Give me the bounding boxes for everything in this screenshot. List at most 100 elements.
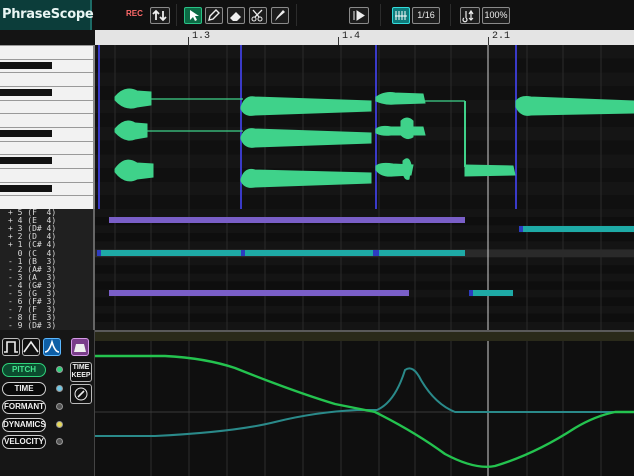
pitch-row bbox=[95, 58, 634, 73]
pitch-row bbox=[95, 195, 634, 209]
waveform-editor[interactable] bbox=[95, 45, 634, 209]
time-led bbox=[56, 385, 63, 392]
formant-button[interactable]: FORMANT bbox=[2, 400, 46, 414]
pitch-button[interactable]: PITCH bbox=[2, 363, 46, 377]
smooth-icon bbox=[74, 344, 86, 352]
pencil-tool-button[interactable] bbox=[205, 7, 223, 24]
toolbar: PhraseScope bbox=[0, 0, 634, 30]
divider bbox=[380, 4, 381, 26]
smooth-tool-button[interactable] bbox=[71, 338, 89, 356]
offset-row bbox=[95, 273, 634, 282]
offset-row bbox=[95, 257, 634, 266]
secondary-curve bbox=[95, 367, 634, 437]
offset-row bbox=[95, 305, 634, 314]
zoom-value-field[interactable]: 100% bbox=[482, 7, 510, 24]
pitch-row bbox=[95, 72, 634, 86]
triangle-shape-button[interactable] bbox=[22, 338, 40, 356]
updown-arrow-icon bbox=[152, 9, 167, 22]
waveform-note bbox=[464, 164, 516, 177]
waveform-note bbox=[375, 92, 426, 105]
note-zoom-icon bbox=[462, 9, 474, 23]
snap-value-field[interactable]: 1/16 bbox=[412, 7, 440, 24]
note-bar bbox=[519, 226, 523, 232]
dynamics-button[interactable]: DYNAMICS bbox=[2, 418, 46, 432]
curve-shape-button[interactable] bbox=[43, 338, 61, 356]
white-key-divider bbox=[0, 154, 93, 155]
scissors-tool-button[interactable] bbox=[249, 7, 267, 24]
white-key-divider bbox=[0, 100, 93, 101]
offset-row bbox=[95, 321, 634, 330]
offset-label: - 9 (D# 3) bbox=[8, 321, 57, 331]
app-logo: PhraseScope bbox=[0, 0, 94, 30]
divider bbox=[296, 4, 297, 26]
scissors-icon bbox=[251, 9, 263, 22]
time-button[interactable]: TIME bbox=[2, 382, 46, 396]
white-key-divider bbox=[0, 182, 93, 183]
timeline-ruler[interactable]: 1.3 1.4 2.1 bbox=[95, 30, 634, 46]
velocity-button[interactable]: VELOCITY bbox=[2, 435, 46, 449]
offset-row bbox=[95, 265, 634, 274]
waveform-note bbox=[114, 159, 154, 182]
note-bar bbox=[241, 250, 245, 256]
eraser-icon bbox=[230, 12, 241, 21]
pitch-row bbox=[95, 154, 634, 168]
updown-arrow-button[interactable] bbox=[150, 7, 170, 24]
offset-row bbox=[95, 209, 634, 218]
pointer-icon bbox=[190, 10, 199, 21]
grid-snap-button[interactable] bbox=[392, 7, 410, 24]
brush-tool-button[interactable] bbox=[271, 7, 289, 24]
offset-row bbox=[95, 313, 634, 322]
black-key[interactable] bbox=[0, 130, 52, 137]
triangle-wave-icon bbox=[23, 340, 39, 353]
grid-icon bbox=[395, 11, 407, 20]
zoom-button[interactable] bbox=[460, 7, 480, 24]
piano-keyboard[interactable] bbox=[0, 45, 95, 209]
black-key[interactable] bbox=[0, 89, 52, 96]
note-bar bbox=[109, 217, 465, 223]
white-key-divider bbox=[0, 45, 93, 46]
ruler-marker: 1.4 bbox=[342, 31, 361, 42]
pen-link-button[interactable] bbox=[70, 384, 92, 404]
pointer-tool-button[interactable] bbox=[184, 7, 202, 24]
square-wave-icon bbox=[4, 341, 18, 353]
black-key[interactable] bbox=[0, 157, 52, 164]
white-key-divider bbox=[0, 59, 93, 60]
dynamics-led bbox=[56, 421, 63, 428]
ruler-tick bbox=[488, 37, 489, 45]
play-to-icon bbox=[353, 10, 365, 21]
play-to-button[interactable] bbox=[349, 7, 369, 24]
eraser-tool-button[interactable] bbox=[227, 7, 245, 24]
pencil-icon bbox=[208, 9, 220, 21]
note-bar bbox=[97, 250, 239, 256]
note-bar bbox=[469, 290, 513, 296]
note-bar bbox=[97, 250, 101, 256]
note-bar bbox=[373, 250, 379, 256]
waveform-note bbox=[114, 88, 152, 109]
black-key[interactable] bbox=[0, 62, 52, 69]
ruler-marker: 2.1 bbox=[492, 31, 511, 42]
time-keep-button[interactable]: TIME KEEP bbox=[70, 362, 92, 382]
note-bar bbox=[469, 290, 473, 296]
offset-row bbox=[95, 297, 634, 306]
square-shape-button[interactable] bbox=[2, 338, 20, 356]
white-key-divider bbox=[0, 113, 93, 114]
pitch-offset-list: + 5 (F 4) + 4 (E 4) + 3 (D# 4) + 2 (D 4) + 1… bbox=[0, 209, 95, 330]
white-key-divider bbox=[0, 195, 93, 196]
divider bbox=[450, 4, 451, 26]
note-bars-grid[interactable] bbox=[95, 209, 634, 330]
white-key-divider bbox=[0, 168, 93, 169]
note-bar bbox=[239, 250, 373, 256]
note-bar bbox=[373, 250, 465, 256]
pitch-led bbox=[56, 366, 63, 373]
offset-row bbox=[95, 241, 634, 250]
pitch-row bbox=[95, 45, 634, 59]
note-bar bbox=[519, 226, 634, 232]
formant-led bbox=[56, 403, 63, 410]
velocity-led bbox=[56, 438, 63, 445]
white-key-divider bbox=[0, 72, 93, 73]
divider bbox=[176, 4, 177, 26]
ruler-marker: 1.3 bbox=[192, 31, 211, 42]
offset-row bbox=[95, 233, 634, 242]
black-key[interactable] bbox=[0, 185, 52, 192]
parameter-curve-editor[interactable] bbox=[95, 330, 634, 476]
